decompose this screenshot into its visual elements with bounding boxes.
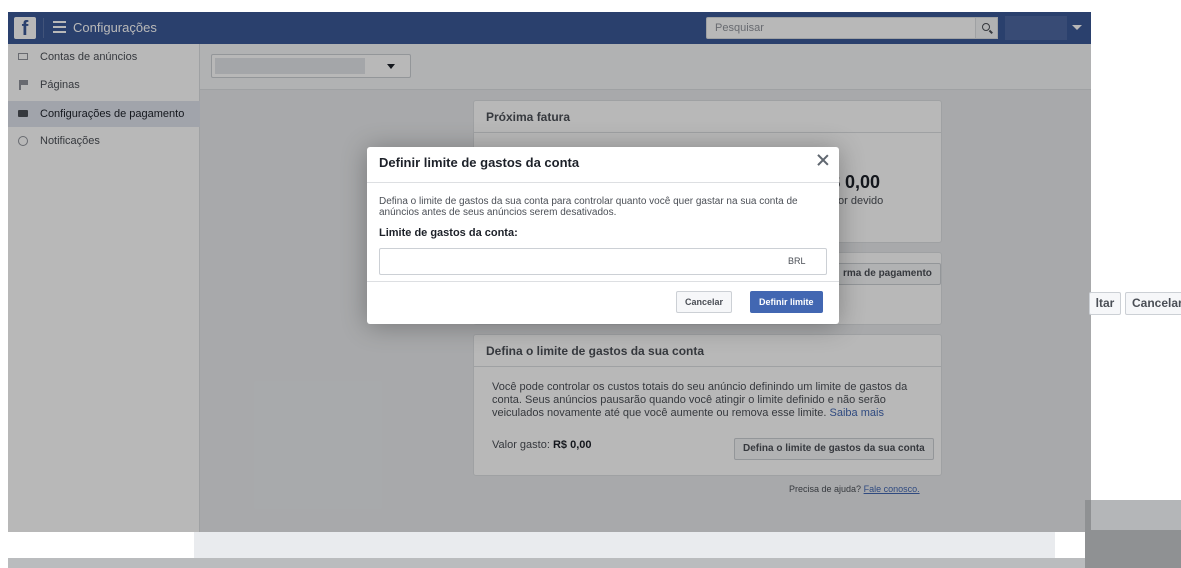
bottom-bar — [8, 558, 1085, 568]
dialog-footer-divider — [367, 281, 839, 282]
currency-label: BRL — [788, 256, 806, 266]
spending-limit-label: Limite de gastos da conta: — [379, 227, 518, 239]
dialog-title: Definir limite de gastos da conta — [379, 155, 580, 170]
spending-limit-dialog: Definir limite de gastos da conta Defina… — [367, 147, 839, 324]
back-button[interactable]: ltar — [1089, 292, 1121, 315]
set-limit-button[interactable]: Definir limite — [750, 291, 823, 313]
dialog-divider — [367, 182, 839, 183]
close-icon[interactable] — [816, 153, 830, 167]
bottom-strip-left — [8, 532, 194, 558]
gray-block-light — [1091, 500, 1181, 530]
dialog-description: Defina o limite de gastos da sua conta p… — [379, 196, 798, 218]
cancel-button-right[interactable]: Cancelar — [1125, 292, 1181, 315]
cancel-button[interactable]: Cancelar — [676, 291, 733, 313]
spending-limit-input[interactable] — [379, 248, 827, 275]
